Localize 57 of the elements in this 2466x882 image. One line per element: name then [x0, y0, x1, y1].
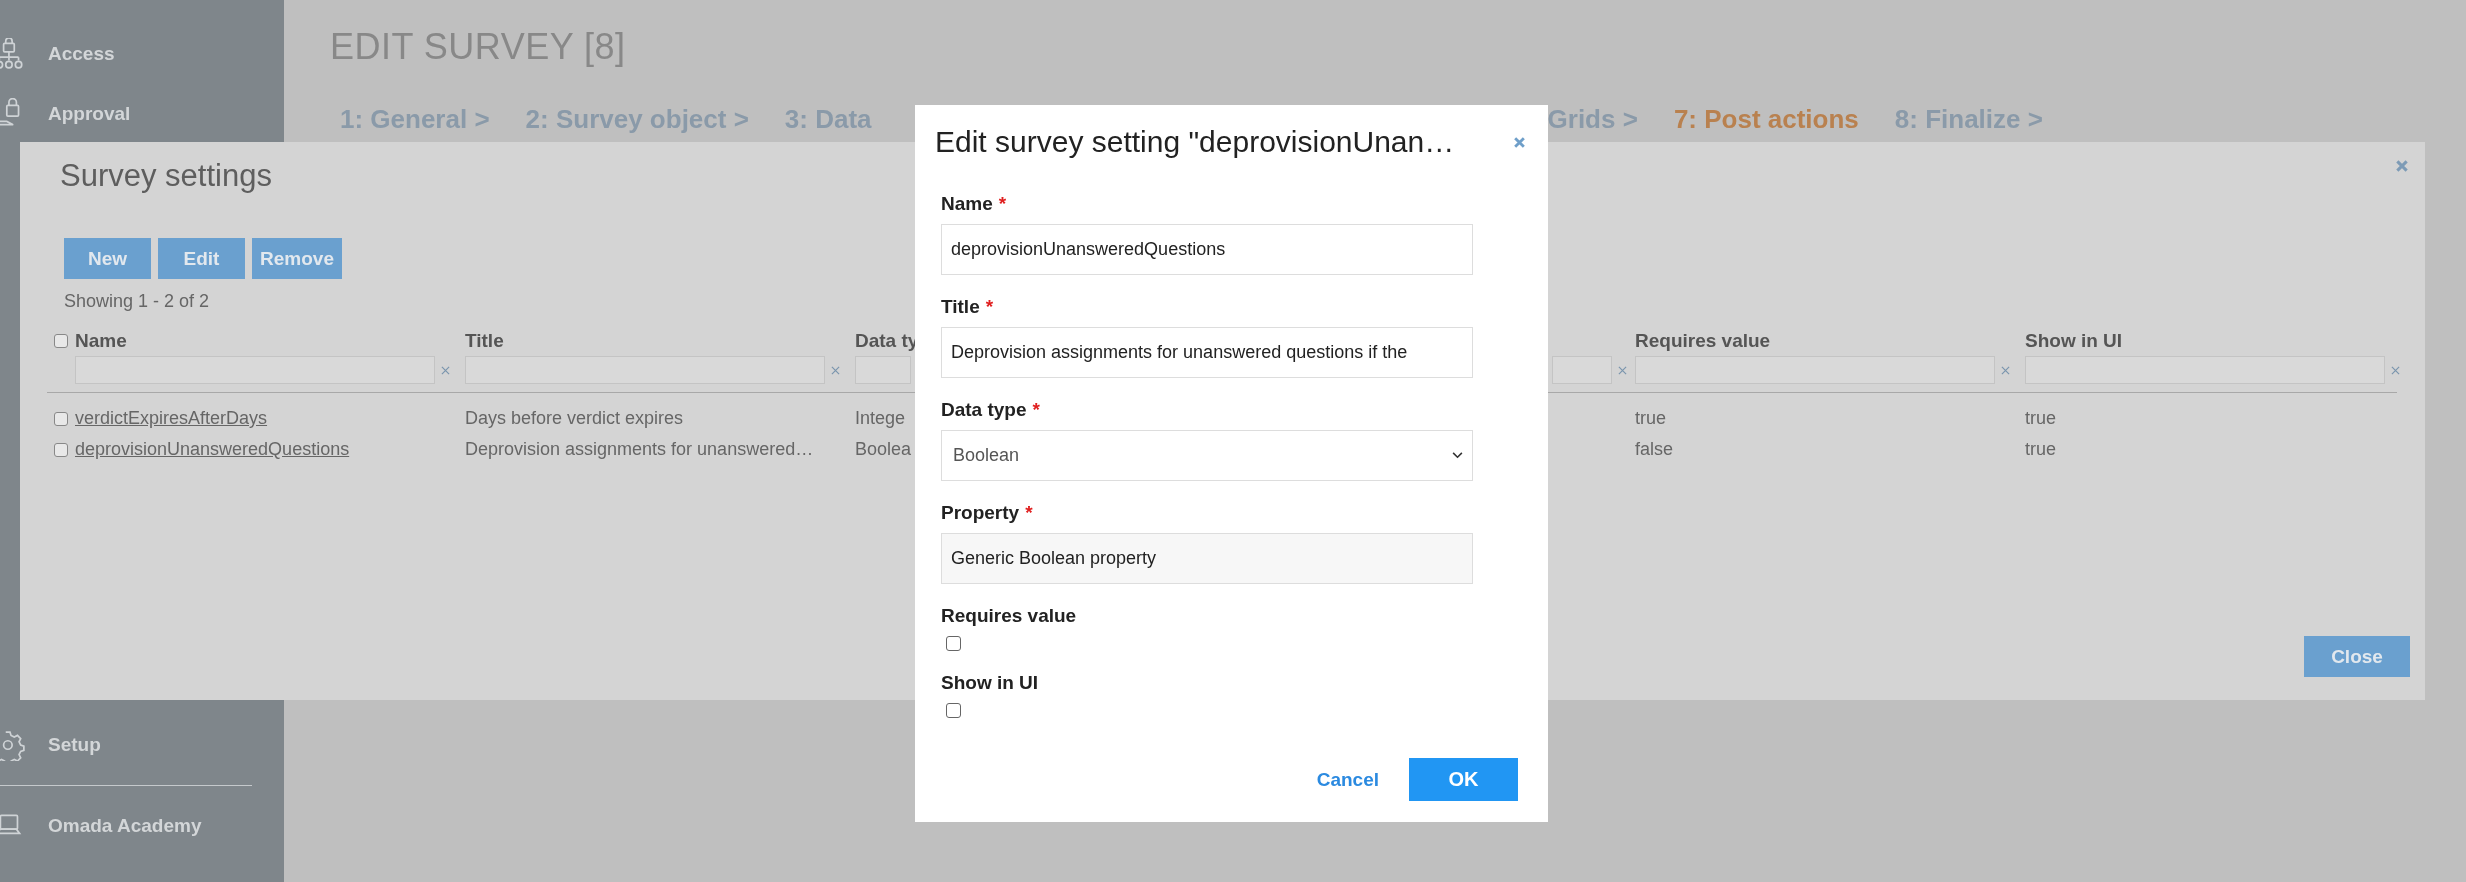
- clear-filter-icon[interactable]: [441, 365, 450, 375]
- table-cell-text: true: [1635, 408, 1668, 429]
- readonly-field: Generic Boolean property: [941, 533, 1473, 584]
- close-icon[interactable]: [1513, 135, 1526, 149]
- checkbox[interactable]: [946, 636, 961, 651]
- clear-filter-icon[interactable]: [2001, 365, 2010, 375]
- field-label: Requires value: [941, 605, 1077, 627]
- clear-filter-icon[interactable]: [2391, 365, 2400, 375]
- field-label: Property: [941, 502, 1020, 524]
- dropdown[interactable]: Boolean: [941, 430, 1473, 481]
- sidebar-item[interactable]: Approval: [0, 98, 284, 130]
- checkbox[interactable]: [946, 703, 961, 718]
- table-cell-text: true: [2025, 408, 2058, 429]
- field-label: Data type: [941, 399, 1027, 421]
- field-label: Name: [941, 193, 993, 215]
- toolbar-button[interactable]: Edit: [158, 238, 245, 279]
- sidebar-item[interactable]: Setup: [0, 729, 284, 761]
- record-count: Showing 1 - 2 of 2: [64, 291, 210, 312]
- sidebar-item[interactable]: Access: [0, 38, 284, 70]
- row-checkbox[interactable]: [54, 411, 68, 426]
- field-label: Show in UI: [941, 672, 1039, 694]
- column-header: Requires value: [1635, 330, 1772, 352]
- row-checkbox[interactable]: [54, 442, 68, 457]
- wizard-step[interactable]: 7: Post actions: [1673, 104, 1859, 135]
- text-field[interactable]: deprovisionUnansweredQuestions: [941, 224, 1473, 275]
- close-icon[interactable]: [2395, 159, 2409, 173]
- clear-filter-icon[interactable]: [831, 365, 840, 375]
- column-header: Name: [75, 330, 128, 352]
- panel-title: Survey settings: [60, 158, 272, 194]
- required-asterisk: *: [1025, 502, 1033, 524]
- chevron-down-icon: [1452, 452, 1463, 459]
- required-asterisk: *: [985, 296, 994, 318]
- gear-icon: [0, 729, 26, 761]
- ok-button[interactable]: OK: [1409, 758, 1518, 801]
- field-label: Title: [941, 296, 980, 318]
- clear-filter-icon[interactable]: [1618, 365, 1627, 375]
- table-cell-text: Deprovision assignments for unanswered…: [465, 439, 815, 460]
- close-button[interactable]: Close: [2304, 636, 2410, 677]
- org-chart-lock-icon: [0, 38, 26, 70]
- table-cell-text: true: [2025, 439, 2058, 460]
- toolbar-button[interactable]: New: [64, 238, 151, 279]
- toolbar-button[interactable]: Remove: [252, 238, 342, 279]
- select-all-checkbox[interactable]: [54, 334, 68, 348]
- sidebar-item[interactable]: Omada Academy: [0, 810, 284, 842]
- text-field[interactable]: Deprovision assignments for unanswered questions if the: [941, 327, 1473, 378]
- dialog-title: Edit survey setting "deprovisionUnan…: [935, 125, 1455, 159]
- table-cell-text: Days before verdict expires: [465, 408, 685, 429]
- column-header: Title: [465, 330, 505, 352]
- cancel-link[interactable]: Cancel: [1316, 768, 1379, 791]
- table-cell-text: Intege: [855, 408, 907, 429]
- required-asterisk: *: [998, 193, 1007, 215]
- required-asterisk: *: [1032, 399, 1040, 421]
- setting-name-link[interactable]: verdictExpiresAfterDays: [75, 408, 268, 428]
- table-cell-text: false: [1635, 439, 1675, 460]
- table-cell-text: Boolea: [855, 439, 913, 460]
- column-header: Show in UI: [2025, 330, 2124, 352]
- setting-name-link[interactable]: deprovisionUnansweredQuestions: [75, 439, 350, 459]
